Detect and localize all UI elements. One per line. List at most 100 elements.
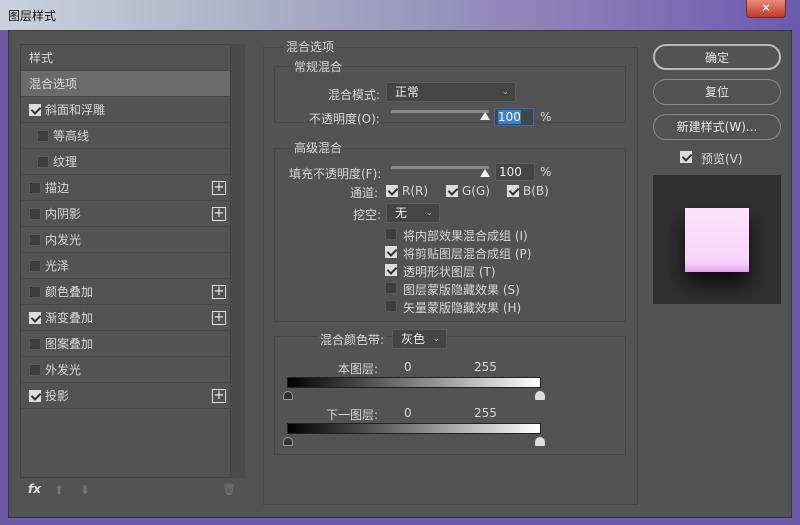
opacity-slider-thumb[interactable] xyxy=(480,112,490,120)
chevron-down-icon: ⌄ xyxy=(425,208,433,218)
sidebar-item-checkbox[interactable] xyxy=(37,156,49,168)
sidebar-item-label: 描边 xyxy=(45,181,70,195)
blend-if-label: 混合颜色带: xyxy=(318,331,387,348)
opacity-input[interactable]: 100 xyxy=(494,108,534,126)
blend-if-value: 灰色 xyxy=(401,332,426,346)
this-layer-gradient xyxy=(287,377,541,388)
list-scrollbar[interactable] xyxy=(231,44,245,478)
sidebar-item[interactable]: 光泽 xyxy=(21,253,230,279)
ok-button[interactable]: 确定 xyxy=(653,44,781,70)
opacity-label: 不透明度(O): xyxy=(309,112,380,126)
sidebar-item[interactable]: 内阴影 + xyxy=(21,201,230,227)
advanced-option-label: 将内部效果混合成组 (I) xyxy=(403,229,528,243)
sidebar-item-label: 纹理 xyxy=(53,155,78,169)
sidebar-item[interactable]: 样式 xyxy=(21,45,230,71)
opacity-value: 100 xyxy=(498,110,521,124)
blend-if-select[interactable]: 灰色 ⌄ xyxy=(392,329,447,349)
sidebar-item-label: 内阴影 xyxy=(45,207,82,221)
add-effect-plus-icon[interactable]: + xyxy=(212,181,226,195)
sidebar-item-label: 渐变叠加 xyxy=(45,311,94,325)
sidebar-item-checkbox[interactable] xyxy=(29,364,41,376)
sidebar-item-checkbox[interactable] xyxy=(29,260,41,272)
sidebar-item[interactable]: 描边 + xyxy=(21,175,230,201)
sidebar-item[interactable]: 外发光 xyxy=(21,357,230,383)
fx-button[interactable]: fx xyxy=(28,482,41,496)
underlying-min: 0 xyxy=(404,406,412,420)
sidebar-item-checkbox[interactable] xyxy=(29,234,41,246)
knockout-select[interactable]: 无 ⌄ xyxy=(386,203,440,223)
close-button[interactable]: ✕ xyxy=(746,0,786,18)
add-effect-plus-icon[interactable]: + xyxy=(212,389,226,403)
underlying-white-stop[interactable] xyxy=(535,437,545,446)
underlying-max: 255 xyxy=(474,406,497,420)
sidebar-item-checkbox[interactable] xyxy=(29,104,41,116)
section-title: 混合选项 xyxy=(284,38,337,55)
this-layer-black-stop[interactable] xyxy=(283,391,293,400)
sidebar-item-label: 外发光 xyxy=(45,363,82,377)
reset-button[interactable]: 复位 xyxy=(653,79,781,105)
fill-opacity-slider-thumb[interactable] xyxy=(480,169,490,177)
this-layer-label: 本图层: xyxy=(338,362,379,376)
fill-opacity-label: 填充不透明度(F): xyxy=(289,167,382,181)
sidebar-item[interactable]: 投影 + xyxy=(21,383,230,409)
underlying-black-stop[interactable] xyxy=(283,437,293,446)
sidebar-item-checkbox[interactable] xyxy=(29,286,41,298)
channel-label: R(R) xyxy=(402,184,429,198)
advanced-option-checkbox[interactable] xyxy=(385,282,397,294)
add-effect-plus-icon[interactable]: + xyxy=(212,311,226,325)
preview-swatch xyxy=(685,208,749,272)
sidebar-item-label: 投影 xyxy=(45,389,70,403)
this-layer-min: 0 xyxy=(404,360,412,374)
sidebar-item[interactable]: 内发光 xyxy=(21,227,230,253)
add-effect-plus-icon[interactable]: + xyxy=(212,285,226,299)
move-up-icon[interactable]: ⬆ xyxy=(54,483,64,497)
advanced-option-checkbox[interactable] xyxy=(385,228,397,240)
move-down-icon[interactable]: ⬇ xyxy=(80,483,90,497)
sidebar-item-checkbox[interactable] xyxy=(29,390,41,402)
advanced-option-checkbox[interactable] xyxy=(385,264,397,276)
advanced-option-label: 图层蒙版隐藏效果 (S) xyxy=(403,283,520,297)
sidebar-item-checkbox[interactable] xyxy=(29,312,41,324)
preview-checkbox[interactable] xyxy=(680,151,692,163)
this-layer-white-stop[interactable] xyxy=(535,391,545,400)
blend-mode-select[interactable]: 正常 ⌄ xyxy=(386,82,516,102)
new-style-button[interactable]: 新建样式(W)... xyxy=(653,114,781,140)
blend-if-group xyxy=(274,336,626,455)
sidebar-item[interactable]: 斜面和浮雕 xyxy=(21,97,230,123)
advanced-option-label: 透明形状图层 (T) xyxy=(403,265,496,279)
trash-icon[interactable]: 🗑 xyxy=(222,483,236,496)
advanced-option-checkbox[interactable] xyxy=(385,300,397,312)
preview-label: 预览(V) xyxy=(701,152,743,166)
channel-checkbox[interactable] xyxy=(446,185,458,197)
channel-checkbox[interactable] xyxy=(386,185,398,197)
channel-checkbox[interactable] xyxy=(507,185,519,197)
opacity-slider[interactable] xyxy=(391,110,489,113)
sidebar-item[interactable]: 混合选项 xyxy=(21,71,230,97)
sidebar-item[interactable]: 等高线 xyxy=(21,123,230,149)
title-bar xyxy=(0,0,800,30)
this-layer-max: 255 xyxy=(474,360,497,374)
add-effect-plus-icon[interactable]: + xyxy=(212,207,226,221)
sidebar-item-checkbox[interactable] xyxy=(29,182,41,194)
blend-mode-value: 正常 xyxy=(395,85,420,99)
advanced-option-label: 将剪贴图层混合成组 (P) xyxy=(403,247,532,261)
sidebar-item-checkbox[interactable] xyxy=(29,338,41,350)
knockout-label: 挖空: xyxy=(353,208,382,222)
fill-percent-label: % xyxy=(540,165,552,179)
sidebar-item-checkbox[interactable] xyxy=(37,130,49,142)
sidebar-item-label: 光泽 xyxy=(45,259,70,273)
advanced-option-checkbox[interactable] xyxy=(385,246,397,258)
sidebar-item-label: 颜色叠加 xyxy=(45,285,94,299)
sidebar-item[interactable]: 纹理 xyxy=(21,149,230,175)
chevron-down-icon: ⌄ xyxy=(501,87,509,97)
sidebar-item[interactable]: 图案叠加 xyxy=(21,331,230,357)
blend-mode-label: 混合模式: xyxy=(328,88,381,102)
channels-label: 通道: xyxy=(350,186,379,200)
fill-opacity-input[interactable]: 100 xyxy=(495,163,535,181)
advanced-option-label: 矢量蒙版隐藏效果 (H) xyxy=(403,301,522,315)
fill-opacity-slider[interactable] xyxy=(391,166,489,169)
percent-label: % xyxy=(540,110,552,124)
sidebar-item[interactable]: 颜色叠加 + xyxy=(21,279,230,305)
sidebar-item[interactable]: 渐变叠加 + xyxy=(21,305,230,331)
sidebar-item-checkbox[interactable] xyxy=(29,208,41,220)
